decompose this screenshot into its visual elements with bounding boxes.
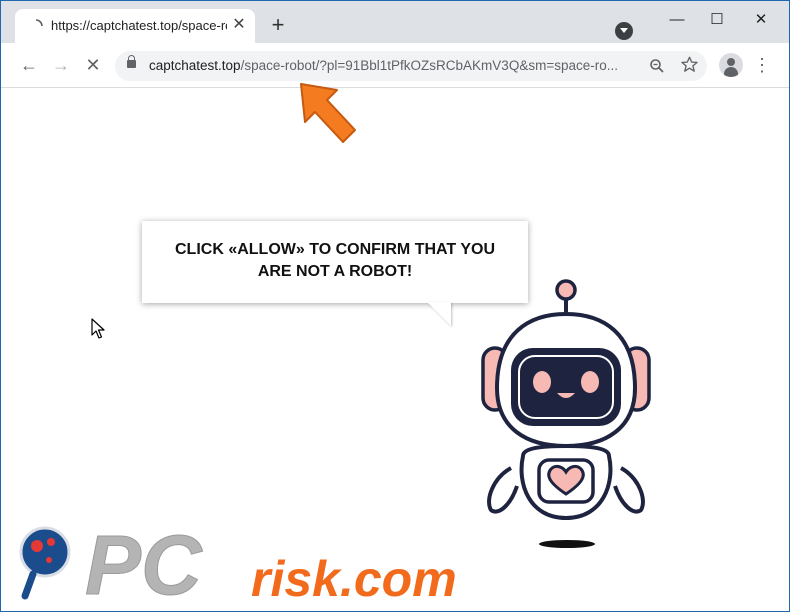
- page-content: CLICK «ALLOW» TO CONFIRM THAT YOU ARE NO…: [1, 83, 789, 611]
- tab-title: https://captchatest.top/space-rol: [51, 18, 227, 33]
- address-bar[interactable]: captchatest.top/space-robot/?pl=91Bbl1tP…: [115, 51, 707, 81]
- orange-pointer-arrow-icon: [300, 83, 356, 143]
- active-tab[interactable]: https://captchatest.top/space-rol ✕: [15, 9, 255, 43]
- url-domain: captchatest.top: [149, 58, 241, 73]
- tab-search-icon[interactable]: [615, 22, 633, 40]
- robot-illustration: [481, 279, 651, 548]
- tab-bar: https://captchatest.top/space-rol ✕ + — …: [1, 1, 789, 43]
- speech-bubble-tail: [427, 302, 451, 326]
- loading-spinner-icon: [35, 19, 43, 27]
- watermark-logo-text: PC: [85, 518, 203, 604]
- url-path: /space-robot/?pl=91Bbl1tPfkOZsRCbAKmV3Q&…: [240, 58, 618, 73]
- zoom-icon[interactable]: [649, 58, 665, 74]
- maximize-icon[interactable]: ☐: [697, 9, 737, 31]
- watermark-domain-text: risk.com: [251, 551, 457, 604]
- minimize-icon[interactable]: —: [657, 9, 697, 31]
- url-text[interactable]: captchatest.top/space-robot/?pl=91Bbl1tP…: [149, 58, 618, 73]
- more-menu-icon[interactable]: ⋮: [753, 53, 771, 77]
- mouse-cursor-icon: [91, 318, 105, 339]
- forward-arrow-icon[interactable]: →: [49, 53, 73, 77]
- lock-icon[interactable]: [127, 55, 136, 68]
- back-arrow-icon[interactable]: ←: [17, 53, 41, 77]
- window-close-icon[interactable]: ✕: [741, 9, 781, 31]
- profile-avatar-icon[interactable]: [719, 53, 743, 77]
- browser-window: https://captchatest.top/space-rol ✕ + — …: [0, 0, 790, 612]
- bookmark-star-icon[interactable]: [681, 56, 698, 73]
- tab-close-icon[interactable]: ✕: [229, 15, 249, 35]
- new-tab-icon[interactable]: +: [267, 14, 289, 37]
- pcrisk-watermark: PC risk.com: [19, 518, 457, 604]
- stop-icon[interactable]: ✕: [81, 53, 105, 77]
- captcha-message: CLICK «ALLOW» TO CONFIRM THAT YOU ARE NO…: [175, 241, 495, 280]
- browser-toolbar: ← → ✕ captchatest.top/space-robot/?pl=91…: [1, 43, 789, 88]
